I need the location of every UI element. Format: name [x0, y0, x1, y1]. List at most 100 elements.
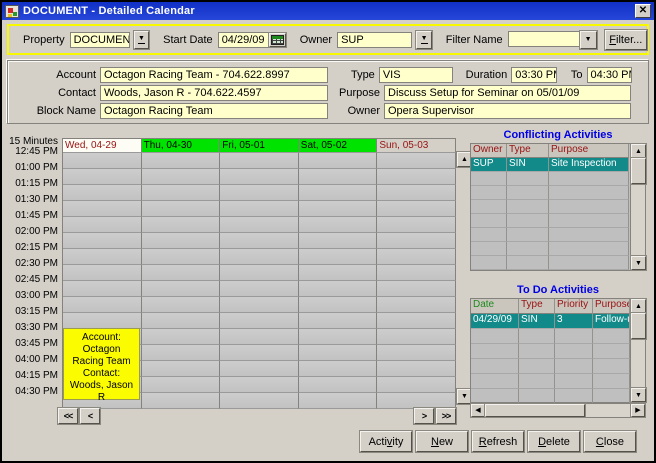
next-day-button[interactable]: > — [414, 408, 434, 424]
calendar-cell[interactable] — [142, 185, 221, 201]
table-row[interactable] — [471, 186, 630, 200]
day-header[interactable]: Sun, 05-03 — [377, 139, 456, 153]
calendar-cell[interactable] — [377, 153, 456, 169]
calendar-cell[interactable] — [63, 233, 142, 249]
calendar-cell[interactable] — [142, 281, 221, 297]
calendar-cell[interactable] — [63, 201, 142, 217]
calendar-cell[interactable] — [63, 265, 142, 281]
day-header[interactable]: Sat, 05-02 — [299, 139, 378, 153]
calendar-picker-button[interactable] — [269, 33, 286, 47]
column-header[interactable]: Date — [471, 299, 519, 314]
day-header[interactable]: Wed, 04-29 — [63, 139, 142, 153]
calendar-cell[interactable] — [142, 345, 221, 361]
calendar-cell[interactable] — [220, 297, 299, 313]
calendar-cell[interactable] — [142, 265, 221, 281]
calendar-cell[interactable] — [142, 153, 221, 169]
calendar-cell[interactable] — [142, 249, 221, 265]
calendar-cell[interactable] — [142, 361, 221, 377]
calendar-cell[interactable] — [299, 377, 378, 393]
calendar-cell[interactable] — [142, 329, 221, 345]
calendar-cell[interactable] — [63, 169, 142, 185]
calendar-cell[interactable] — [299, 313, 378, 329]
scroll-up-icon[interactable]: ▲ — [631, 144, 646, 158]
column-header[interactable]: Type — [507, 144, 549, 158]
scroll-up-icon[interactable]: ▲ — [631, 299, 646, 313]
table-row[interactable] — [471, 242, 630, 256]
table-row[interactable]: SUPSINSite Inspection — [471, 158, 630, 172]
calendar-cell[interactable] — [142, 393, 221, 409]
calendar-cell[interactable] — [299, 233, 378, 249]
filter-button[interactable]: Filter... — [605, 30, 647, 50]
calendar-cell[interactable] — [63, 313, 142, 329]
calendar-cell[interactable] — [377, 297, 456, 313]
table-row[interactable] — [471, 228, 630, 242]
calendar-cell[interactable] — [299, 201, 378, 217]
column-header[interactable]: Owner — [471, 144, 507, 158]
purpose-field[interactable]: Discuss Setup for Seminar on 05/01/09 — [384, 85, 631, 101]
next-page-button[interactable]: >> — [436, 408, 456, 424]
calendar-cell[interactable] — [142, 233, 221, 249]
scroll-down-icon[interactable]: ▼ — [631, 388, 646, 402]
chevron-down-icon[interactable]: ▼ — [580, 31, 597, 49]
calendar-cell[interactable] — [299, 361, 378, 377]
calendar-cell[interactable] — [299, 185, 378, 201]
to-field[interactable]: 04:30 PM — [587, 67, 632, 83]
column-header[interactable]: Priority — [555, 299, 593, 314]
table-row[interactable] — [471, 344, 630, 359]
close-button[interactable]: Close — [584, 431, 636, 452]
filter-name-value[interactable] — [508, 31, 580, 47]
contact-field[interactable]: Woods, Jason R - 704.622.4597 — [100, 85, 328, 101]
calendar-cell[interactable] — [377, 393, 456, 409]
calendar-cell[interactable] — [377, 361, 456, 377]
calendar-cell[interactable] — [142, 297, 221, 313]
type-field[interactable]: VIS — [379, 67, 453, 83]
start-date-field[interactable]: 04/29/09 — [218, 32, 268, 48]
calendar-cell[interactable] — [299, 217, 378, 233]
calendar-cell[interactable] — [377, 217, 456, 233]
todo-hscrollbar[interactable]: ◀ ▶ — [470, 403, 646, 418]
calendar-cell[interactable] — [377, 201, 456, 217]
calendar-cell[interactable] — [142, 201, 221, 217]
calendar-cell[interactable] — [63, 185, 142, 201]
calendar-cell[interactable] — [299, 169, 378, 185]
calendar-cell[interactable] — [299, 297, 378, 313]
table-row[interactable] — [471, 374, 630, 389]
calendar-cell[interactable] — [220, 217, 299, 233]
calendar-cell[interactable] — [299, 265, 378, 281]
conflicting-scrollbar[interactable]: ▲ ▼ — [630, 144, 645, 270]
activity-button[interactable]: Activity — [360, 431, 412, 452]
new-button[interactable]: New — [416, 431, 468, 452]
calendar-cell[interactable] — [63, 217, 142, 233]
table-row[interactable] — [471, 256, 630, 270]
calendar-cell[interactable] — [299, 153, 378, 169]
scroll-down-icon[interactable]: ▼ — [631, 256, 646, 270]
calendar-cell[interactable] — [220, 249, 299, 265]
owner-field[interactable]: SUP — [337, 32, 412, 48]
calendar-cell[interactable] — [220, 233, 299, 249]
calendar-cell[interactable] — [220, 377, 299, 393]
calendar-cell[interactable] — [220, 281, 299, 297]
calendar-cell[interactable] — [377, 185, 456, 201]
column-header[interactable]: Purpose — [549, 144, 629, 158]
calendar-cell[interactable] — [299, 345, 378, 361]
scroll-thumb[interactable] — [485, 404, 585, 417]
calendar-cell[interactable] — [220, 361, 299, 377]
column-header[interactable]: Type — [519, 299, 555, 314]
refresh-button[interactable]: Refresh — [472, 431, 524, 452]
calendar-cell[interactable] — [220, 185, 299, 201]
calendar-cell[interactable] — [377, 249, 456, 265]
day-header[interactable]: Fri, 05-01 — [220, 139, 299, 153]
prev-page-button[interactable]: << — [58, 408, 78, 424]
calendar-cell[interactable] — [63, 249, 142, 265]
calendar-cell[interactable] — [377, 265, 456, 281]
calendar-cell[interactable] — [220, 265, 299, 281]
block-name-field[interactable]: Octagon Racing Team — [100, 103, 328, 119]
column-header[interactable]: Purpose — [593, 299, 630, 314]
account-field[interactable]: Octagon Racing Team - 704.622.8997 — [100, 67, 328, 83]
close-icon[interactable]: ✕ — [635, 4, 651, 18]
calendar-cell[interactable] — [377, 281, 456, 297]
event-note[interactable]: Account: Octagon Racing TeamContact: Woo… — [63, 328, 140, 400]
calendar-cell[interactable] — [377, 313, 456, 329]
calendar-cell[interactable] — [63, 153, 142, 169]
calendar-cell[interactable] — [220, 313, 299, 329]
